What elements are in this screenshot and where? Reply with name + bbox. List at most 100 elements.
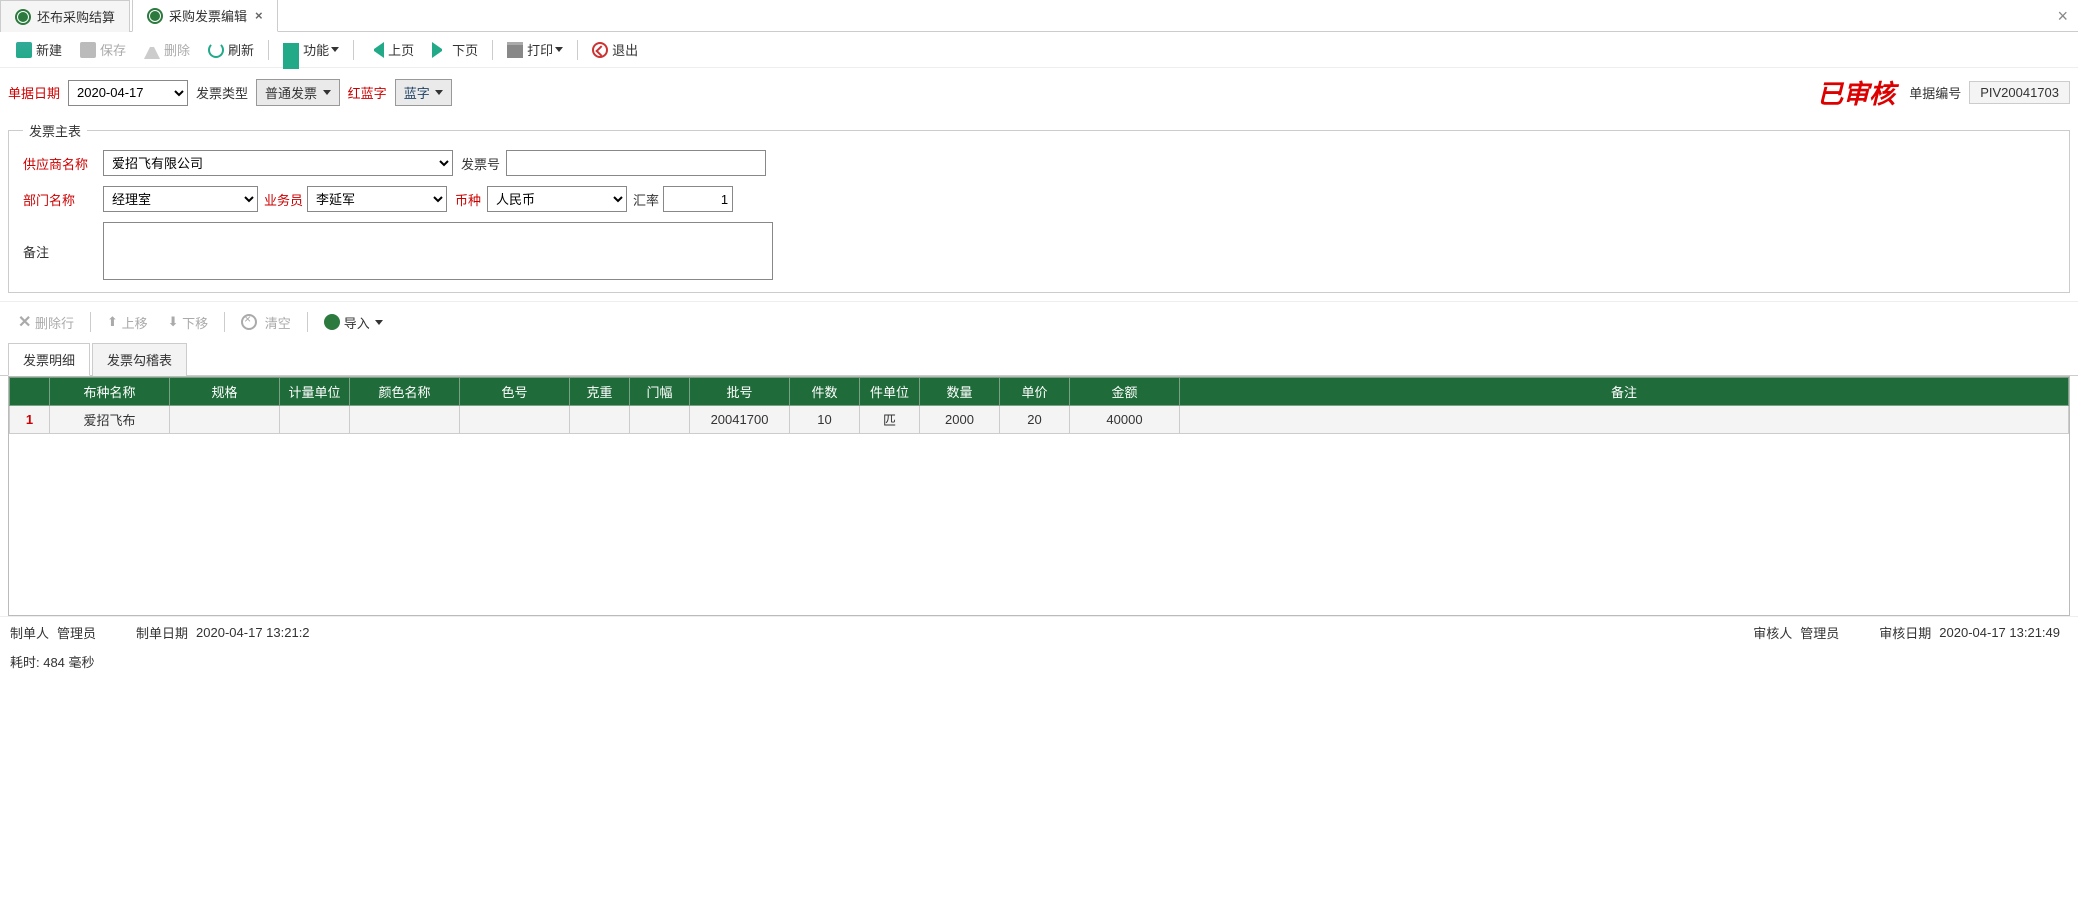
delete-icon xyxy=(144,43,160,59)
make-date-value: 2020-04-17 13:21:2 xyxy=(196,625,309,640)
cell[interactable]: 匹 xyxy=(860,406,920,434)
cell[interactable] xyxy=(630,406,690,434)
col-header[interactable]: 布种名称 xyxy=(50,378,170,406)
import-button[interactable]: 导入 xyxy=(316,309,392,336)
detail-grid-wrap[interactable]: 布种名称 规格 计量单位 颜色名称 色号 克重 门幅 批号 件数 件单位 数量 … xyxy=(8,376,2070,616)
cell[interactable] xyxy=(1180,406,2069,434)
clear-icon xyxy=(241,314,257,330)
chevron-down-icon xyxy=(331,47,339,52)
col-header[interactable]: 数量 xyxy=(920,378,1000,406)
rate-input[interactable] xyxy=(663,186,733,212)
tab-settlement[interactable]: 坯布采购结算 xyxy=(0,0,130,32)
triangle-right-icon xyxy=(432,42,448,58)
cell[interactable]: 40000 xyxy=(1070,406,1180,434)
chevron-down-icon xyxy=(323,90,331,95)
invoice-type-label: 发票类型 xyxy=(196,83,248,102)
cell[interactable]: 10 xyxy=(790,406,860,434)
invoice-master-fieldset: 发票主表 供应商名称 爱招飞有限公司 发票号 部门名称 经理室 业务员 李延军 … xyxy=(8,121,2070,293)
col-header[interactable]: 色号 xyxy=(460,378,570,406)
col-header[interactable]: 规格 xyxy=(170,378,280,406)
exit-button[interactable]: 退出 xyxy=(584,36,646,63)
delete-row-button[interactable]: ✕ 删除行 xyxy=(10,308,82,336)
close-icon[interactable]: × xyxy=(255,8,263,23)
chevron-down-icon xyxy=(375,320,383,325)
separator xyxy=(90,312,91,332)
tab-label: 采购发票编辑 xyxy=(169,6,247,25)
col-header[interactable]: 计量单位 xyxy=(280,378,350,406)
remark-input[interactable] xyxy=(103,222,773,280)
sales-select[interactable]: 李延军 xyxy=(307,186,447,212)
save-button[interactable]: 保存 xyxy=(72,36,134,63)
new-icon xyxy=(16,42,32,58)
cell[interactable] xyxy=(570,406,630,434)
audit-date-label: 审核日期 xyxy=(1879,623,1931,642)
grid-header-row: 布种名称 规格 计量单位 颜色名称 色号 克重 门幅 批号 件数 件单位 数量 … xyxy=(10,378,2069,406)
maker-value: 管理员 xyxy=(57,623,96,642)
col-header[interactable]: 门幅 xyxy=(630,378,690,406)
currency-select[interactable]: 人民币 xyxy=(487,186,627,212)
print-icon xyxy=(507,42,523,58)
refresh-icon xyxy=(208,42,224,58)
subtab-check[interactable]: 发票勾稽表 xyxy=(92,343,187,376)
supplier-select[interactable]: 爱招飞有限公司 xyxy=(103,150,453,176)
col-header[interactable]: 克重 xyxy=(570,378,630,406)
close-all-icon[interactable]: × xyxy=(2057,6,2068,27)
table-row[interactable]: 1 爱招飞布 20041700 10 匹 2000 20 40000 xyxy=(10,406,2069,434)
redblue-label: 红蓝字 xyxy=(348,83,387,102)
doc-date-label: 单据日期 xyxy=(8,83,60,102)
cell[interactable]: 2000 xyxy=(920,406,1000,434)
redblue-select[interactable]: 蓝字 xyxy=(395,79,453,106)
auditor-value: 管理员 xyxy=(1800,623,1839,642)
col-header[interactable]: 备注 xyxy=(1180,378,2069,406)
subtab-detail[interactable]: 发票明细 xyxy=(8,343,90,376)
new-button[interactable]: 新建 xyxy=(8,36,70,63)
make-date-label: 制单日期 xyxy=(136,623,188,642)
detail-grid: 布种名称 规格 计量单位 颜色名称 色号 克重 门幅 批号 件数 件单位 数量 … xyxy=(9,377,2069,434)
triangle-left-icon xyxy=(368,42,384,58)
move-down-button[interactable]: ⬇ 下移 xyxy=(160,309,217,336)
cell[interactable] xyxy=(170,406,280,434)
clear-button[interactable]: 清空 xyxy=(233,309,299,336)
col-header[interactable]: 单价 xyxy=(1000,378,1070,406)
print-button[interactable]: 打印 xyxy=(499,36,571,63)
list-icon xyxy=(283,43,299,59)
dept-label: 部门名称 xyxy=(23,190,103,209)
invoice-no-input[interactable] xyxy=(506,150,766,176)
page-tabs: 坯布采购结算 采购发票编辑 × × xyxy=(0,0,2078,32)
detail-subtabs: 发票明细 发票勾稽表 xyxy=(0,342,2078,376)
delete-row-icon: ✕ xyxy=(18,312,31,332)
exit-icon xyxy=(592,42,608,58)
col-header[interactable]: 件单位 xyxy=(860,378,920,406)
invoice-type-select[interactable]: 普通发票 xyxy=(256,79,340,106)
refresh-button[interactable]: 刷新 xyxy=(200,36,262,63)
col-header[interactable]: 批号 xyxy=(690,378,790,406)
save-icon xyxy=(80,42,96,58)
doc-date-select[interactable]: 2020-04-17 xyxy=(68,80,188,106)
col-header[interactable]: 件数 xyxy=(790,378,860,406)
col-header[interactable]: 颜色名称 xyxy=(350,378,460,406)
tab-invoice-edit[interactable]: 采购发票编辑 × xyxy=(132,0,278,32)
prev-button[interactable]: 上页 xyxy=(360,36,422,63)
separator xyxy=(492,40,493,60)
move-up-button[interactable]: ⬆ 上移 xyxy=(99,309,156,336)
detail-toolbar: ✕ 删除行 ⬆ 上移 ⬇ 下移 清空 导入 xyxy=(0,301,2078,342)
func-button[interactable]: 功能 xyxy=(275,36,347,63)
delete-button[interactable]: 删除 xyxy=(136,36,198,63)
cell[interactable] xyxy=(460,406,570,434)
col-header[interactable]: 金额 xyxy=(1070,378,1180,406)
dept-select[interactable]: 经理室 xyxy=(103,186,258,212)
supplier-label: 供应商名称 xyxy=(23,154,103,173)
cell[interactable]: 20041700 xyxy=(690,406,790,434)
fieldset-legend: 发票主表 xyxy=(23,121,87,140)
cell[interactable]: 爱招飞布 xyxy=(50,406,170,434)
next-button[interactable]: 下页 xyxy=(424,36,486,63)
separator xyxy=(268,40,269,60)
globe-icon xyxy=(324,314,340,330)
currency-label: 币种 xyxy=(455,190,481,209)
cell[interactable]: 20 xyxy=(1000,406,1070,434)
chevron-down-icon xyxy=(555,47,563,52)
cell[interactable] xyxy=(280,406,350,434)
cell[interactable] xyxy=(350,406,460,434)
globe-icon xyxy=(15,9,31,25)
footer-bar: 制单人 管理员 制单日期 2020-04-17 13:21:2 审核人 管理员 … xyxy=(0,616,2078,648)
